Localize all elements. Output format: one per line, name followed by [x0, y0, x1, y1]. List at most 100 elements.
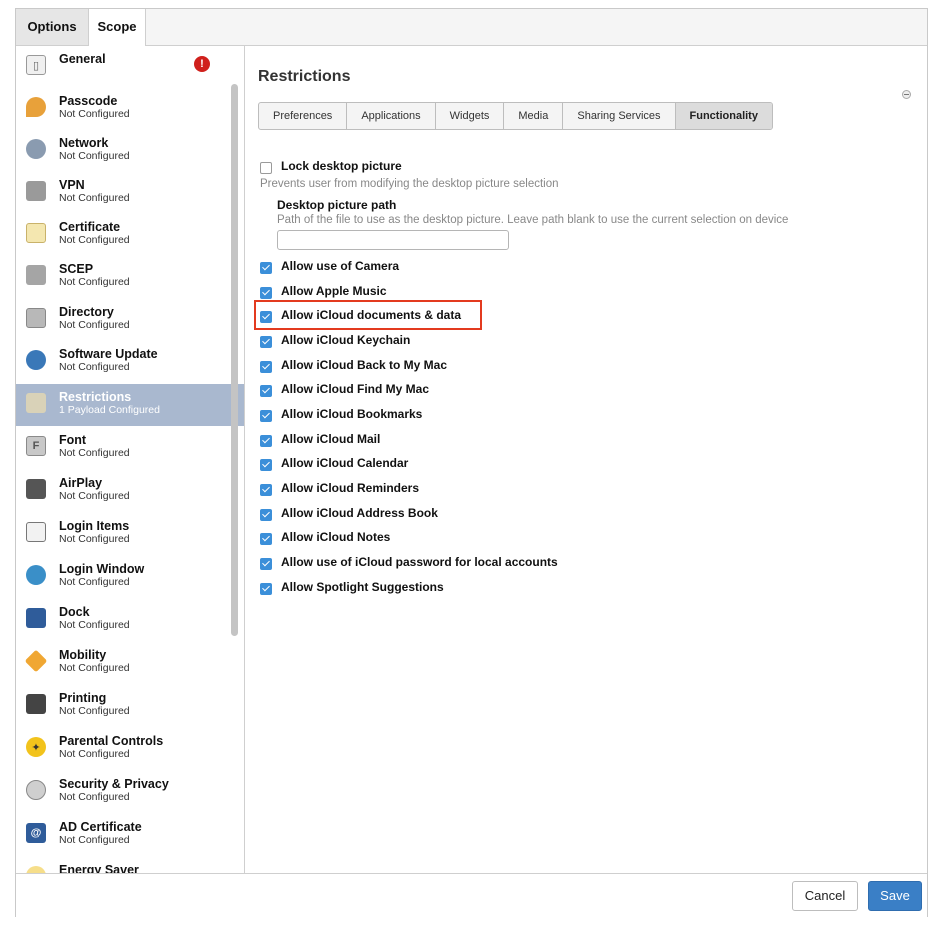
software-update-icon [26, 350, 46, 370]
sidebar-item-ad-certificate[interactable]: @ AD Certificate Not Configured [16, 814, 244, 856]
sidebar-item-vpn[interactable]: VPN Not Configured [16, 172, 244, 214]
sidebar-item-status: Not Configured [59, 192, 130, 204]
sidebar-item-mobility[interactable]: Mobility Not Configured [16, 642, 244, 684]
sidebar-item-label: Directory [59, 305, 114, 319]
sidebar-item-certificate[interactable]: Certificate Not Configured [16, 214, 244, 256]
option-checkbox[interactable] [260, 311, 272, 323]
restrictions-panel: Restrictions Preferences Applications Wi… [245, 46, 927, 873]
option-label: Allow iCloud Keychain [281, 333, 411, 347]
sidebar-item-label: Font [59, 433, 87, 447]
restrictions-subtabs: Preferences Applications Widgets Media S… [258, 102, 773, 130]
sidebar-item-login-window[interactable]: Login Window Not Configured [16, 556, 244, 598]
option-label: Allow iCloud Back to My Mac [281, 358, 448, 372]
lock-desktop-checkbox[interactable] [260, 162, 272, 174]
restrictions-icon [26, 393, 46, 413]
sidebar-item-label: Certificate [59, 220, 121, 234]
sidebar-item-security-privacy[interactable]: Security & Privacy Not Configured [16, 771, 244, 813]
option-checkbox[interactable] [260, 558, 272, 570]
sidebar-item-font[interactable]: F Font Not Configured [16, 427, 244, 469]
sidebar-item-status: Not Configured [59, 705, 130, 717]
option-checkbox[interactable] [260, 533, 272, 545]
parental-controls-icon: ✦ [26, 737, 46, 757]
sidebar-item-status: Not Configured [59, 234, 130, 246]
save-button[interactable]: Save [868, 881, 922, 911]
tab-applications[interactable]: Applications [347, 103, 436, 129]
sidebar-item-status: Not Configured [59, 361, 130, 373]
sidebar-item-label: Passcode [59, 94, 118, 108]
tab-options[interactable]: Options [16, 9, 89, 45]
sidebar-scrollbar[interactable] [231, 84, 238, 636]
option-label: Allow iCloud Address Book [281, 506, 438, 520]
sidebar-item-printing[interactable]: Printing Not Configured [16, 685, 244, 727]
tab-media[interactable]: Media [504, 103, 564, 129]
error-icon: ! [194, 56, 210, 72]
payload-sidebar: ▯ General ! Passcode Not Configured Netw… [16, 46, 244, 873]
sidebar-item-label: Parental Controls [59, 734, 164, 748]
option-label: Allow iCloud Reminders [281, 481, 420, 495]
sidebar-item-dock[interactable]: Dock Not Configured [16, 599, 244, 641]
desktop-path-input[interactable] [277, 230, 509, 250]
option-label: Allow iCloud Mail [281, 432, 381, 446]
option-label: Allow Spotlight Suggestions [281, 580, 444, 594]
sidebar-item-airplay[interactable]: AirPlay Not Configured [16, 470, 244, 512]
sidebar-item-software-update[interactable]: Software Update Not Configured [16, 341, 244, 383]
lock-desktop-description: Prevents user from modifying the desktop… [260, 178, 559, 190]
sidebar-item-restrictions[interactable]: Restrictions 1 Payload Configured [16, 384, 244, 426]
option-label: Allow use of iCloud password for local a… [281, 555, 558, 569]
sidebar-item-directory[interactable]: Directory Not Configured [16, 299, 244, 341]
page-title: Restrictions [258, 68, 351, 85]
sidebar-item-label: Printing [59, 691, 107, 705]
option-label: Allow iCloud Calendar [281, 456, 409, 470]
sidebar-item-label: Restrictions [59, 390, 132, 404]
font-icon: F [26, 436, 46, 456]
top-tab-bar: Options Scope [16, 9, 927, 46]
option-checkbox[interactable] [260, 459, 272, 471]
sidebar-item-status: Not Configured [59, 447, 130, 459]
dock-icon [26, 608, 46, 628]
option-label: Allow iCloud Bookmarks [281, 407, 423, 421]
option-checkbox[interactable] [260, 484, 272, 496]
tab-widgets[interactable]: Widgets [436, 103, 505, 129]
energy-saver-icon [26, 866, 46, 873]
lock-desktop-label: Lock desktop picture [281, 159, 402, 173]
option-checkbox[interactable] [260, 509, 272, 521]
sidebar-item-label: Network [59, 136, 109, 150]
option-checkbox[interactable] [260, 410, 272, 422]
option-checkbox[interactable] [260, 583, 272, 595]
option-checkbox[interactable] [260, 361, 272, 373]
sidebar-item-status: Not Configured [59, 576, 130, 588]
sidebar-item-label: Mobility [59, 648, 107, 662]
scep-lock-icon [26, 265, 46, 285]
ad-certificate-icon: @ [26, 823, 46, 843]
option-checkbox[interactable] [260, 435, 272, 447]
option-checkbox[interactable] [260, 262, 272, 274]
sidebar-item-login-items[interactable]: Login Items Not Configured [16, 513, 244, 555]
sidebar-item-parental-controls[interactable]: ✦ Parental Controls Not Configured [16, 728, 244, 770]
tab-scope[interactable]: Scope [89, 9, 146, 46]
collapse-icon[interactable] [902, 90, 911, 99]
sidebar-item-network[interactable]: Network Not Configured [16, 130, 244, 172]
sidebar-item-scep[interactable]: SCEP Not Configured [16, 256, 244, 298]
tab-preferences[interactable]: Preferences [259, 103, 348, 129]
tab-functionality[interactable]: Functionality [675, 103, 772, 129]
sidebar-item-status: Not Configured [59, 490, 130, 502]
sidebar-item-energy-saver[interactable]: Energy Saver [16, 857, 244, 873]
security-icon [26, 780, 46, 800]
general-icon: ▯ [26, 55, 46, 75]
sidebar-item-label: Energy Saver [59, 863, 139, 873]
printer-icon [26, 694, 46, 714]
cancel-button[interactable]: Cancel [792, 881, 858, 911]
certificate-icon [26, 223, 46, 243]
sidebar-item-label: Login Items [59, 519, 130, 533]
sidebar-item-status: Not Configured [59, 662, 130, 674]
option-checkbox[interactable] [260, 336, 272, 348]
directory-icon [26, 308, 46, 328]
sidebar-item-status: 1 Payload Configured [59, 404, 160, 416]
option-checkbox[interactable] [260, 287, 272, 299]
globe-icon [26, 139, 46, 159]
sidebar-item-status: Not Configured [59, 150, 130, 162]
sidebar-item-general[interactable]: ▯ General ! [16, 46, 244, 88]
sidebar-item-passcode[interactable]: Passcode Not Configured [16, 88, 244, 130]
option-checkbox[interactable] [260, 385, 272, 397]
tab-sharing-services[interactable]: Sharing Services [563, 103, 676, 129]
